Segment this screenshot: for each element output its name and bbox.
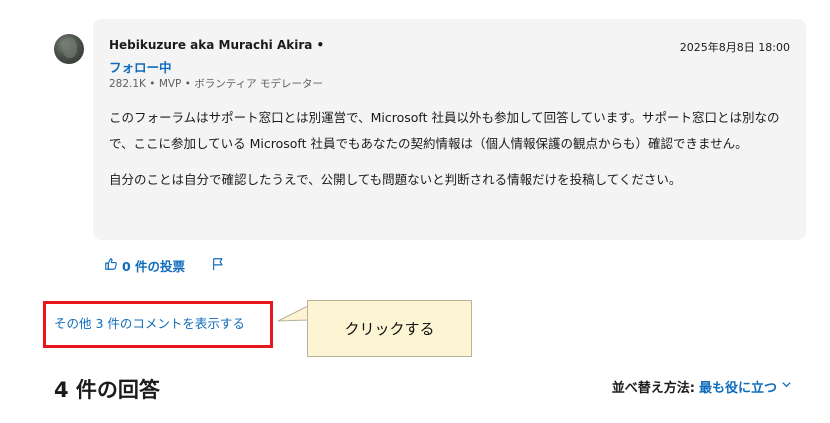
answers-heading: 4 件の回答: [54, 378, 160, 402]
report-button[interactable]: [211, 257, 225, 274]
post-date: 2025年8月8日 18:00: [679, 41, 790, 54]
instruction-callout: クリックする: [307, 300, 472, 357]
chevron-down-icon: [781, 379, 792, 394]
comment-body: このフォーラムはサポート窓口とは別運営で、Microsoft 社員以外も参加して…: [109, 105, 794, 203]
author-meta: 282.1K • MVP • ボランティア モデレーター: [109, 78, 323, 90]
sort-label: 並べ替え方法:: [611, 381, 695, 396]
follow-button[interactable]: フォロー中: [109, 57, 172, 76]
sort-value: 最も役に立つ: [698, 381, 777, 396]
thumbs-up-icon: [104, 257, 118, 274]
avatar[interactable]: [54, 34, 84, 64]
sort-dropdown[interactable]: 最も役に立つ: [699, 377, 792, 396]
sort-control: 並べ替え方法: 最も役に立つ: [612, 377, 792, 396]
show-more-comments-link[interactable]: その他 3 件のコメントを表示する: [54, 313, 245, 332]
vote-count: 0 件の投票: [122, 259, 186, 274]
author-name[interactable]: Hebikuzure aka Murachi Akira •: [109, 38, 324, 52]
comment-paragraph: このフォーラムはサポート窓口とは別運営で、Microsoft 社員以外も参加して…: [109, 110, 780, 151]
comment-actions: 0 件の投票: [104, 256, 225, 275]
comment-card: Hebikuzure aka Murachi Akira • フォロー中 282…: [93, 19, 806, 240]
callout-text: クリックする: [344, 320, 435, 338]
comment-paragraph: 自分のことは自分で確認したうえで、公開しても問題ないと判断される情報だけを投稿し…: [109, 172, 682, 187]
flag-icon: [211, 257, 225, 274]
callout-pointer: [277, 305, 309, 322]
vote-button[interactable]: 0 件の投票: [104, 256, 185, 275]
